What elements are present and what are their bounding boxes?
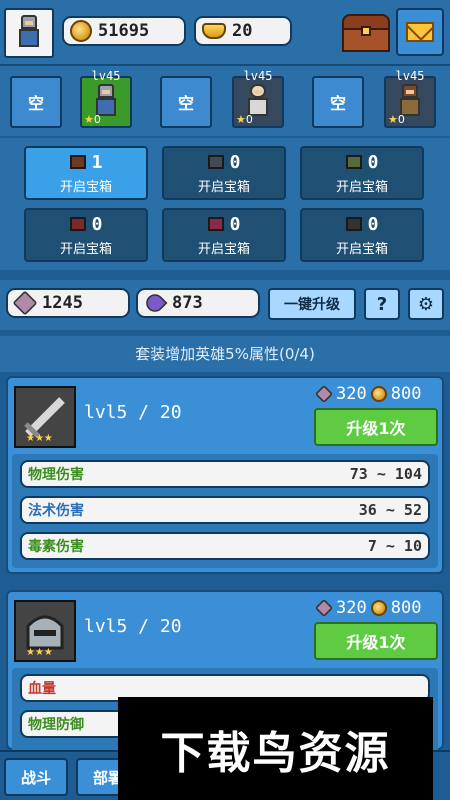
hero-slot[interactable]: lv45 ★0 (232, 69, 284, 128)
treasure-chest-icon[interactable] (342, 14, 390, 52)
open-chest-button[interactable]: 0 开启宝箱 (300, 208, 424, 262)
mail-button[interactable] (396, 8, 444, 56)
help-button[interactable]: ? (364, 288, 400, 320)
hero-stars: ★0 (236, 113, 253, 126)
question-icon: ? (376, 293, 388, 315)
upgrade-all-button[interactable]: 一键升级 (268, 288, 356, 320)
stat-row: 毒素伤害 7 ~ 10 (20, 532, 430, 560)
open-chest-button[interactable]: 0 开启宝箱 (162, 208, 286, 262)
chest-icon (207, 217, 224, 231)
chest-icon (69, 217, 86, 231)
hero-slot-empty[interactable]: 空 (160, 76, 212, 128)
stone-counter: 1245 (6, 288, 130, 318)
hero-stars: ★0 (84, 113, 101, 126)
tab-battle[interactable]: 战斗 (4, 758, 68, 796)
equipment-card: ★★★ lvl5 / 20 320 800 升级1次 物理伤害 73 ~ 104 … (6, 376, 444, 574)
open-chest-button[interactable]: 0 开启宝箱 (24, 208, 148, 262)
player-avatar[interactable] (4, 8, 54, 58)
hero-level: lv45 (243, 69, 273, 83)
hero-slot[interactable]: lv45 ★0 (384, 69, 436, 128)
hero-slot-empty[interactable]: 空 (10, 76, 62, 128)
chest-grid: 1 开启宝箱 0 开启宝箱 0 开启宝箱 0 开启宝箱 0 开启宝箱 0 开启宝… (0, 138, 450, 270)
gold-coin-icon (370, 386, 387, 402)
top-bar: 51695 20 (0, 0, 450, 64)
open-chest-button[interactable]: 0 开启宝箱 (300, 146, 424, 200)
gold-ingot-icon (202, 23, 226, 39)
gold-coin-icon (70, 20, 92, 42)
open-chest-button[interactable]: 1 开启宝箱 (24, 146, 148, 200)
set-bonus-title: 套装增加英雄5%属性(0/4) (0, 336, 450, 372)
equipment-level: lvl5 / 20 (84, 402, 182, 423)
upgrade-cost: 320 800 (312, 384, 421, 404)
watermark: 下载鸟资源 (118, 697, 433, 800)
upgrade-once-button[interactable]: 升级1次 (314, 408, 438, 446)
chest-icon (69, 155, 86, 169)
settings-button[interactable]: ⚙ (408, 288, 444, 320)
hero-stars: ★0 (388, 113, 405, 126)
chest-icon (207, 155, 224, 169)
equipment-level: lvl5 / 20 (84, 616, 182, 637)
gear-icon: ⚙ (417, 293, 435, 315)
stone-icon (314, 384, 334, 404)
hero-slots: 空 lv45 ★0 空 lv45 ★0 空 lv45 ★0 (0, 64, 450, 136)
gold-coin-icon (370, 600, 387, 616)
hero-level: lv45 (91, 69, 121, 83)
ingot-counter: 20 (194, 16, 292, 46)
envelope-icon (406, 22, 434, 42)
stat-panel: 物理伤害 73 ~ 104 法术伤害 36 ~ 52 毒素伤害 7 ~ 10 (12, 454, 438, 568)
gold-amount: 51695 (98, 21, 150, 41)
helmet-icon: ★★★ (14, 600, 76, 662)
chest-icon (345, 155, 362, 169)
crystal-icon (142, 290, 168, 316)
crystal-counter: 873 (136, 288, 260, 318)
stat-row: 法术伤害 36 ~ 52 (20, 496, 430, 524)
knight-icon (16, 15, 42, 51)
chest-icon (345, 217, 362, 231)
hero-slot-empty[interactable]: 空 (312, 76, 364, 128)
sword-icon: ★★★ (14, 386, 76, 448)
open-chest-button[interactable]: 0 开启宝箱 (162, 146, 286, 200)
gold-counter: 51695 (62, 16, 186, 46)
upgrade-once-button[interactable]: 升级1次 (314, 622, 438, 660)
stat-row: 物理伤害 73 ~ 104 (20, 460, 430, 488)
ingot-amount: 20 (232, 21, 253, 41)
hero-level: lv45 (395, 69, 425, 83)
hero-slot[interactable]: lv45 ★0 (80, 69, 132, 128)
upgrade-cost: 320 800 (312, 598, 421, 618)
stone-icon (314, 598, 334, 618)
stone-icon (12, 290, 38, 316)
